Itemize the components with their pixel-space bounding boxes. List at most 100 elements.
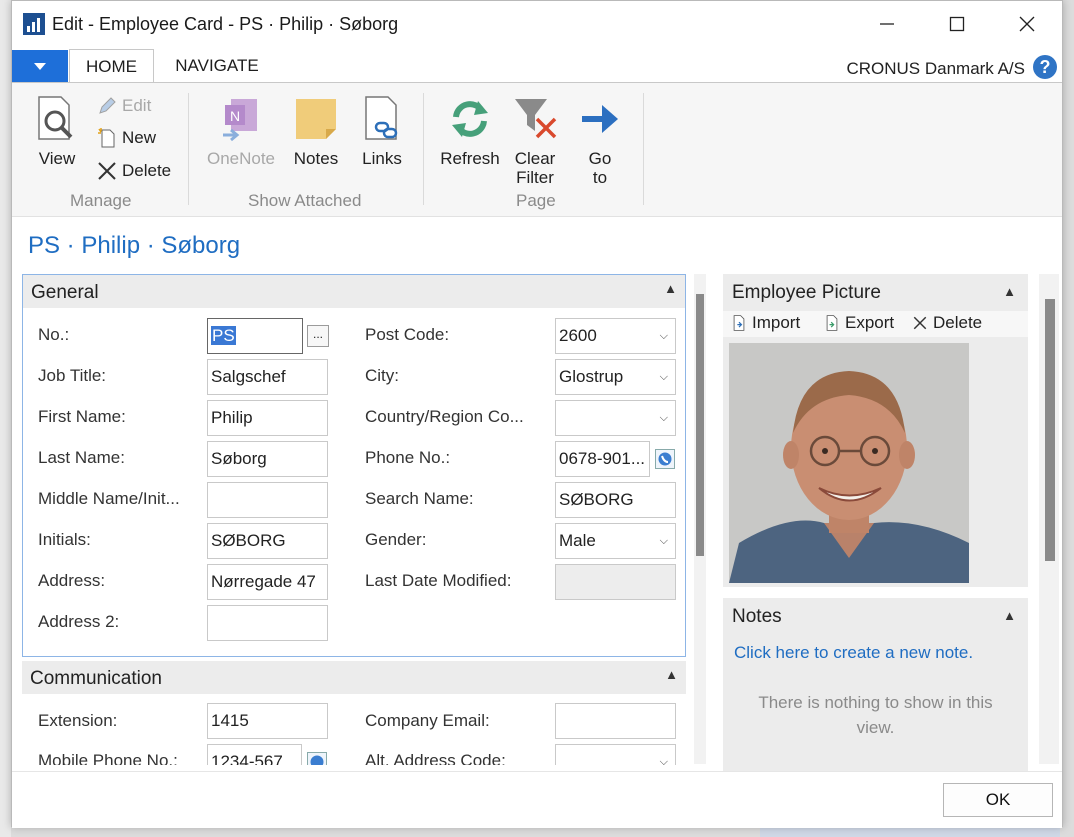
links-button[interactable]: Links — [359, 95, 405, 168]
main-scrollbar-thumb[interactable] — [696, 294, 704, 556]
delete-label: Delete — [122, 161, 172, 180]
main-scrollbar[interactable] — [694, 274, 706, 764]
field-label: Job Title: — [38, 366, 107, 385]
fasttab-general-header[interactable]: General ▲ — [23, 275, 685, 308]
collapse-caret-icon[interactable]: ▲ — [1003, 284, 1016, 299]
gender-select[interactable]: Male ⌵ — [555, 523, 676, 559]
post-code-select[interactable]: 2600 ⌵ — [555, 318, 676, 354]
minimize-button[interactable] — [852, 1, 922, 47]
no-field-value: PS — [211, 326, 236, 345]
no-field[interactable]: PS — [207, 318, 303, 354]
file-menu-button[interactable] — [12, 50, 68, 83]
chevron-down-icon: ⌵ — [659, 756, 668, 765]
delete-x-icon — [98, 162, 116, 180]
country-region-select[interactable]: ⌵ — [555, 400, 676, 436]
employee-picture-title: Employee Picture — [732, 282, 881, 303]
mobile-phone-field[interactable]: 1234-567... — [207, 744, 302, 765]
go-to-label-2: to — [592, 168, 608, 187]
view-label: View — [38, 149, 76, 168]
address-field[interactable]: Nørregade 47 — [207, 564, 328, 600]
city-select[interactable]: Glostrup ⌵ — [555, 359, 676, 395]
delete-button[interactable]: Delete — [96, 160, 171, 182]
notes-title: Notes — [732, 606, 782, 627]
employee-portrait-image — [729, 343, 969, 583]
group-separator — [643, 93, 644, 205]
collapse-caret-icon[interactable]: ▲ — [1003, 608, 1016, 623]
ribbon-tabs: HOME NAVIGATE CRONUS Danmark A/S ? — [12, 47, 1062, 83]
collapse-caret-icon[interactable]: ▲ — [665, 667, 678, 682]
view-button[interactable]: View — [36, 95, 78, 168]
employee-card-window: Edit - Employee Card - PS · Philip · Søb… — [11, 0, 1063, 828]
close-button[interactable] — [992, 1, 1062, 47]
import-picture-button[interactable]: Import — [730, 313, 800, 333]
new-document-icon — [98, 128, 115, 148]
import-label: Import — [752, 313, 801, 332]
tab-home[interactable]: HOME — [69, 49, 154, 83]
notes-label: Notes — [293, 149, 339, 168]
svg-text:N: N — [230, 108, 240, 124]
field-label: Country/Region Co... — [365, 407, 524, 426]
export-picture-button[interactable]: Export — [823, 313, 894, 333]
first-name-field[interactable]: Philip — [207, 400, 328, 436]
phone-call-icon[interactable] — [307, 752, 327, 765]
delete-picture-button[interactable]: Delete — [911, 313, 982, 333]
job-title-field[interactable]: Salgschef — [207, 359, 328, 395]
refresh-label: Refresh — [440, 149, 500, 168]
last-name-field[interactable]: Søborg — [207, 441, 328, 477]
sticky-note-icon — [296, 99, 336, 139]
help-icon[interactable]: ? — [1033, 55, 1057, 79]
search-name-field[interactable]: SØBORG — [555, 482, 676, 518]
factbox-scrollbar-thumb[interactable] — [1045, 299, 1055, 561]
go-to-button[interactable]: Go to — [578, 95, 622, 187]
maximize-button[interactable] — [922, 1, 992, 47]
edit-label: Edit — [122, 96, 152, 115]
refresh-button[interactable]: Refresh — [439, 95, 501, 168]
new-label: New — [122, 128, 157, 147]
fasttab-communication-header[interactable]: Communication ▲ — [22, 661, 686, 694]
clear-filter-label-2: Filter — [516, 168, 554, 187]
company-name: CRONUS Danmark A/S — [846, 59, 1025, 78]
chevron-down-icon: ⌵ — [659, 371, 668, 383]
title-bar: Edit - Employee Card - PS · Philip · Søb… — [12, 1, 1062, 47]
clear-filter-button[interactable]: Clear Filter — [512, 95, 558, 187]
notes-empty-line-1: There is nothing to show in this — [758, 693, 993, 712]
alt-address-code-select[interactable]: ⌵ — [555, 744, 676, 765]
address-2-field[interactable] — [207, 605, 328, 641]
phone-call-icon[interactable] — [655, 449, 675, 469]
fasttab-communication-title: Communication — [30, 668, 162, 689]
ok-button[interactable]: OK — [943, 783, 1053, 817]
phone-no-field[interactable]: 0678-901... — [555, 441, 650, 477]
dialog-footer — [12, 771, 1062, 828]
ribbon-home: View Edit New Delete Manage N OneNote No… — [12, 82, 1062, 217]
go-to-label-1: Go — [588, 149, 612, 168]
assist-edit-button[interactable]: ... — [307, 325, 329, 347]
collapse-caret-icon[interactable]: ▲ — [664, 281, 677, 296]
field-label: Gender: — [365, 530, 427, 549]
last-date-modified-field — [555, 564, 676, 600]
employee-picture-panel: Employee Picture ▲ Import Export Delete — [723, 274, 1028, 587]
field-label: First Name: — [38, 407, 126, 426]
onenote-button[interactable]: N OneNote — [203, 95, 279, 168]
background-fragment — [760, 827, 1060, 837]
maximize-icon — [949, 16, 965, 32]
create-note-link[interactable]: Click here to create a new note. — [734, 643, 973, 663]
initials-field[interactable]: SØBORG — [207, 523, 328, 559]
field-label: Initials: — [38, 530, 91, 549]
onenote-label: OneNote — [206, 149, 276, 168]
notes-button[interactable]: Notes — [289, 95, 343, 168]
new-button[interactable]: New — [96, 127, 156, 149]
field-label: Mobile Phone No.: — [38, 751, 178, 765]
fasttab-general-title: General — [31, 282, 99, 303]
extension-field[interactable]: 1415 — [207, 703, 328, 739]
notes-panel: Notes ▲ Click here to create a new note.… — [723, 598, 1028, 771]
factbox-scrollbar[interactable] — [1039, 274, 1059, 764]
middle-name-field[interactable] — [207, 482, 328, 518]
field-label: No.: — [38, 325, 70, 344]
notes-empty-message: There is nothing to show in this view. — [723, 690, 1028, 740]
tab-navigate[interactable]: NAVIGATE — [164, 49, 270, 83]
field-label: Post Code: — [365, 325, 450, 344]
company-email-field[interactable] — [555, 703, 676, 739]
field-label: City: — [365, 366, 399, 385]
edit-button[interactable]: Edit — [96, 95, 151, 117]
delete-x-icon — [913, 316, 927, 330]
